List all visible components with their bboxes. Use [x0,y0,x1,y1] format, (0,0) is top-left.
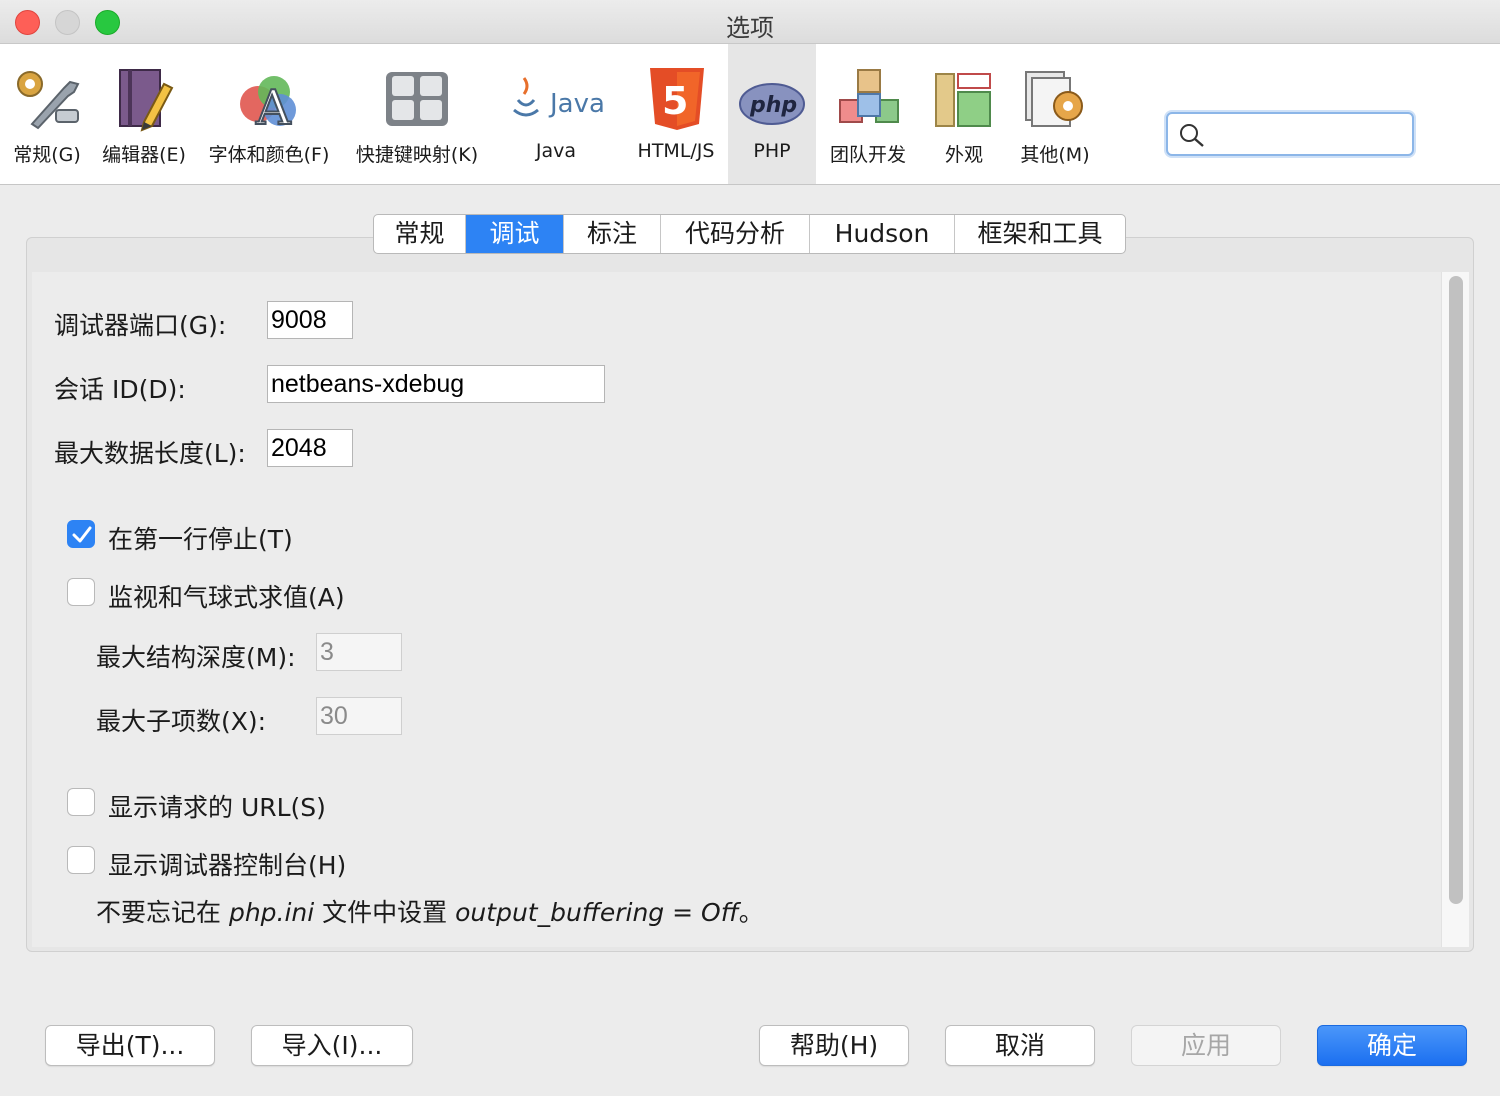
show-url-checkbox[interactable] [67,788,95,816]
checkmark-icon [72,526,92,543]
category-miscellaneous[interactable]: 其他(M) [1012,44,1098,184]
debugger-port-field[interactable]: 9008 [267,301,353,339]
tab-hudson[interactable]: Hudson [810,215,955,253]
tab-code-analysis[interactable]: 代码分析 [661,215,810,253]
note-prefix: 不要忘记在 [96,898,229,927]
session-id-label: 会话 ID(D): [54,375,186,404]
java-logo-icon: Java [513,77,605,119]
max-data-length-field[interactable]: 2048 [267,429,353,467]
max-children-field[interactable]: 30 [316,697,402,735]
category-general[interactable]: 常规(G) [4,44,90,184]
category-keymap[interactable]: 快捷键映射(K) [350,44,484,184]
tab-frameworks-tools[interactable]: 框架和工具 [955,215,1125,253]
html5-logo-icon: 5 [650,68,704,130]
note-suffix: 。 [738,898,764,927]
team-blocks-icon [839,69,899,123]
cancel-button[interactable]: 取消 [945,1025,1095,1066]
vertical-scrollbar[interactable] [1441,272,1469,947]
category-appearance-label: 外观 [944,144,983,166]
session-id-field[interactable]: netbeans-xdebug [267,365,605,403]
editor-pencil-icon [119,69,174,132]
import-button[interactable]: 导入(I)... [251,1025,413,1066]
category-java-label: Java [535,140,577,162]
keymap-keyboard-icon [386,72,448,126]
search-icon [1180,124,1204,147]
tab-annotations[interactable]: 标注 [564,215,661,253]
category-java[interactable]: Java Java [500,44,612,184]
stop-first-line-label: 在第一行停止(T) [108,525,293,554]
help-button[interactable]: 帮助(H) [759,1025,909,1066]
svg-text:php: php [749,93,797,118]
ok-button[interactable]: 确定 [1317,1025,1467,1066]
category-keymap-label: 快捷键映射(K) [355,144,479,166]
max-children-label: 最大子项数(X): [96,707,267,736]
max-struct-depth-label: 最大结构深度(M): [96,643,296,672]
category-general-label: 常规(G) [13,144,81,166]
tab-general[interactable]: 常规 [374,215,466,253]
category-html-js[interactable]: 5 HTML/JS [628,44,724,184]
title-bar: 选项 [0,0,1500,44]
show-url-label: 显示请求的 URL(S) [108,793,326,822]
show-console-label: 显示调试器控制台(H) [108,851,347,880]
max-data-length-label: 最大数据长度(L): [54,439,246,468]
category-miscellaneous-label: 其他(M) [1020,144,1090,166]
search-field[interactable] [1166,112,1414,156]
category-html-js-label: HTML/JS [637,140,715,162]
tab-debug[interactable]: 调试 [466,215,564,253]
category-fonts-colors[interactable]: A 字体和颜色(F) [204,44,334,184]
debugger-port-label: 调试器端口(G): [54,311,227,340]
svg-text:A: A [255,80,292,132]
watch-balloon-checkbox[interactable] [67,578,95,606]
note-setting: output_buffering = Off [455,898,739,927]
scrollbar-thumb[interactable] [1449,276,1463,904]
watch-balloon-label: 监视和气球式求值(A) [108,583,345,612]
max-struct-depth-field[interactable]: 3 [316,633,402,671]
output-buffering-note: 不要忘记在 php.ini 文件中设置 output_buffering = O… [96,893,764,929]
general-wrench-icon [17,71,80,130]
fonts-colors-icon: A [240,76,296,132]
appearance-layout-icon [935,73,991,127]
svg-text:5: 5 [662,79,688,123]
category-fonts-colors-label: 字体和颜色(F) [208,144,330,166]
show-console-checkbox[interactable] [67,846,95,874]
note-middle: 文件中设置 [314,898,456,927]
php-tab-bar: 常规 调试 标注 代码分析 Hudson 框架和工具 [373,214,1126,254]
window-title: 选项 [726,14,774,42]
search-input[interactable] [1208,120,1404,148]
category-team[interactable]: 团队开发 [822,44,914,184]
php-logo-icon: php [739,83,805,125]
category-team-label: 团队开发 [829,144,906,166]
category-appearance[interactable]: 外观 [928,44,1000,184]
apply-button[interactable]: 应用 [1131,1025,1281,1066]
note-file: php.ini [228,898,315,927]
export-button[interactable]: 导出(T)... [45,1025,215,1066]
category-toolbar: 常规(G) 编辑器(E) A 字体和颜色(F) 快捷键映射(K) Java Ja… [0,44,1500,185]
category-php-label: PHP [753,140,791,162]
miscellaneous-icon [1025,71,1083,127]
category-php[interactable]: php PHP [728,44,816,184]
svg-text:Java: Java [548,89,605,119]
category-editor[interactable]: 编辑器(E) [98,44,190,184]
category-editor-label: 编辑器(E) [102,144,186,166]
stop-first-line-checkbox[interactable] [67,520,95,548]
